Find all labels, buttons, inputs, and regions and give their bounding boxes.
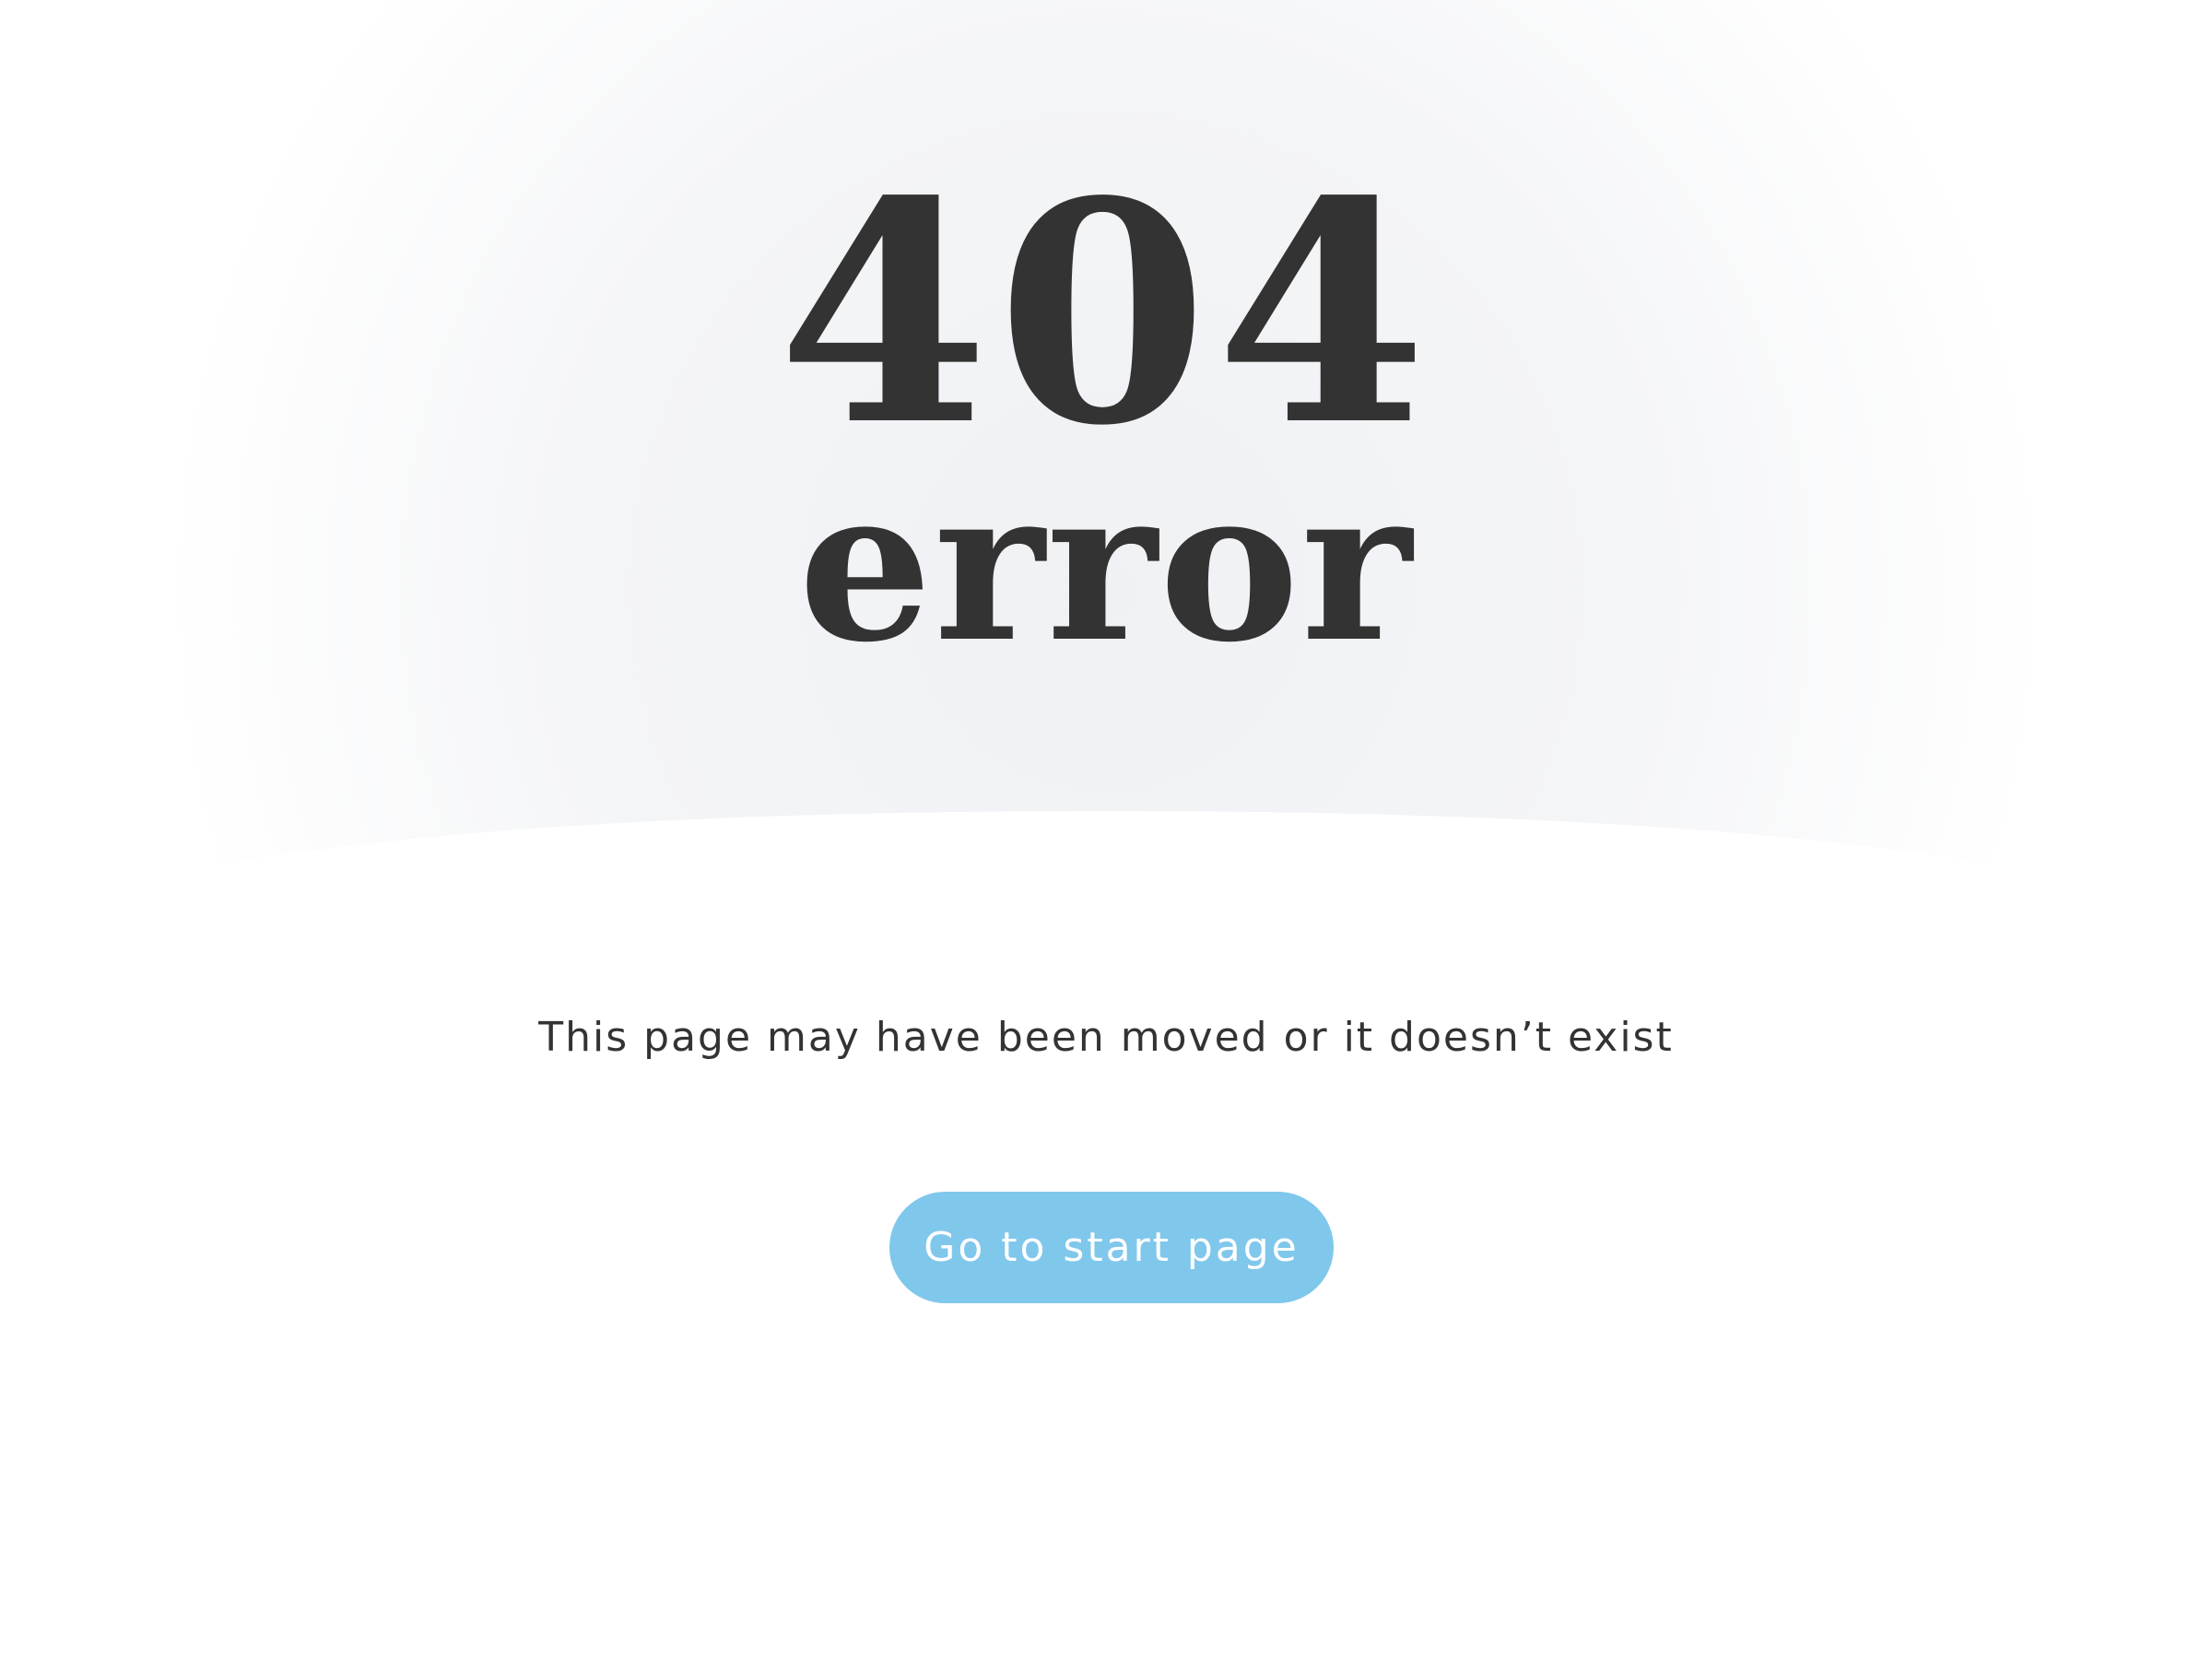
error-code: 404 — [777, 135, 1435, 492]
error-page: 404 error This page may have been moved … — [0, 0, 2212, 1659]
go-to-start-page-button[interactable]: Go to start page — [889, 1192, 1334, 1303]
error-word: error — [798, 441, 1414, 688]
error-message: This page may have been moved or it does… — [538, 1014, 1674, 1061]
error-heading: 404 error — [0, 161, 2212, 670]
